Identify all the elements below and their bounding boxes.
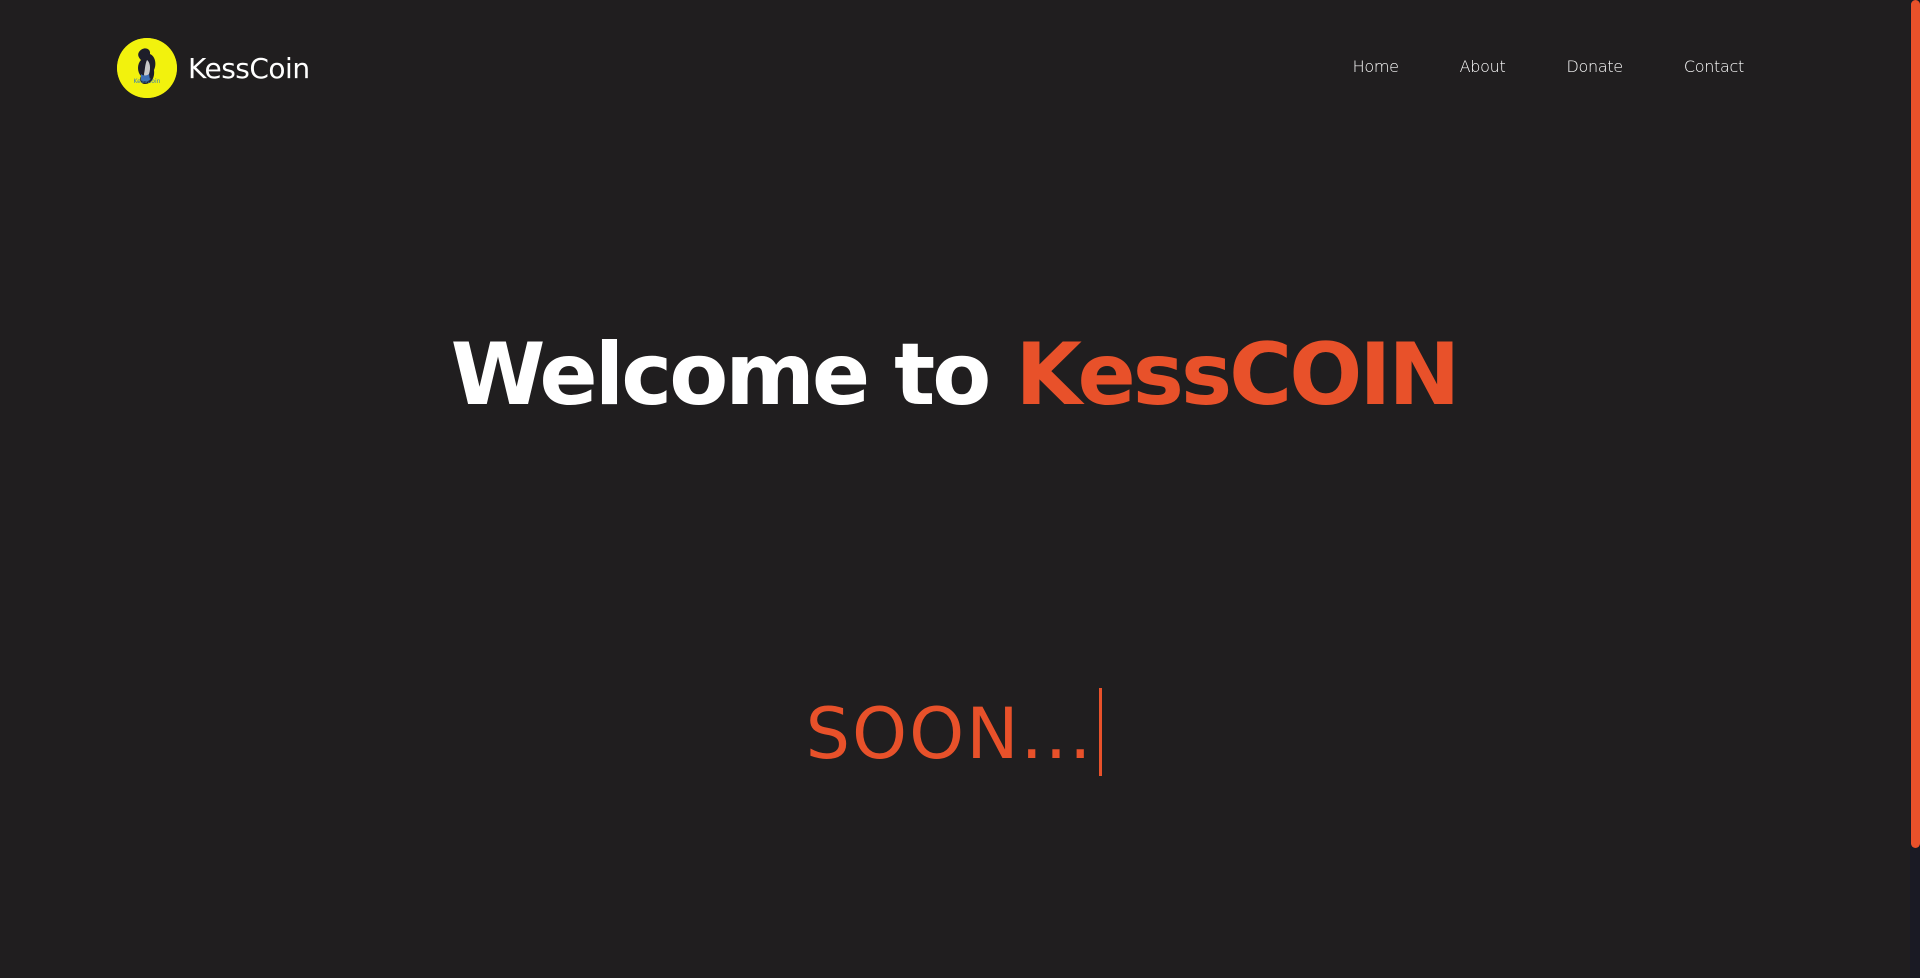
- nav-about-link[interactable]: About: [1460, 57, 1506, 76]
- brand-name: KessCoin: [188, 51, 310, 85]
- kesscoin-logo: KessCoin: [117, 38, 177, 98]
- hero-title-accent: KessCOIN: [1015, 325, 1460, 425]
- brand-home-link[interactable]: KessCoin KessCoin: [117, 38, 310, 98]
- scrollbar-thumb[interactable]: [1911, 0, 1920, 848]
- main-nav: Home About Donate Contact: [1353, 57, 1745, 76]
- hero-title-prefix: Welcome to: [450, 325, 1016, 425]
- logo-text: KessCoin: [133, 78, 161, 85]
- logo-figure-icon: [117, 38, 177, 98]
- typing-subtitle: SOON...: [0, 688, 1908, 778]
- nav-contact-link[interactable]: Contact: [1684, 57, 1744, 76]
- site-header: KessCoin KessCoin Home About Donate Cont…: [0, 0, 1908, 140]
- scrollbar-track[interactable]: [1910, 0, 1920, 978]
- nav-donate-link[interactable]: Donate: [1566, 57, 1623, 76]
- soon-text: SOON...: [805, 693, 1094, 775]
- page: KessCoin KessCoin Home About Donate Cont…: [0, 0, 1920, 978]
- typing-cursor: [1099, 688, 1103, 776]
- nav-home-link[interactable]: Home: [1353, 57, 1399, 76]
- hero-title: Welcome to KessCOIN: [0, 332, 1908, 418]
